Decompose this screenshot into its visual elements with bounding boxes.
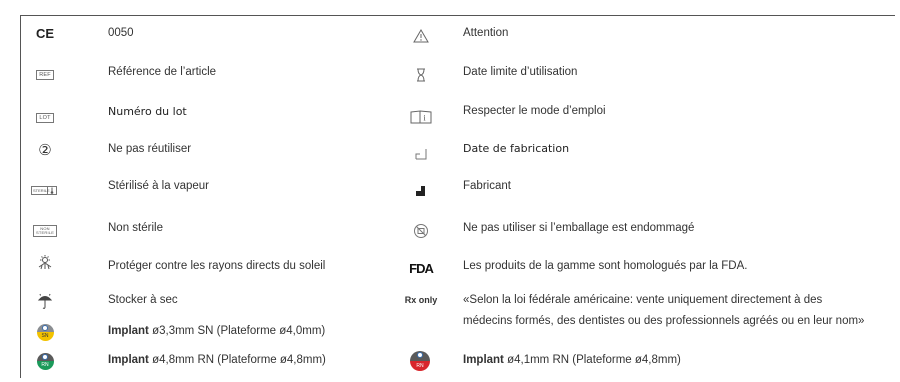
- factory-filled-icon: [406, 178, 436, 202]
- rx-text-line-2: médecins formés, des dentistes ou des pr…: [463, 315, 865, 327]
- expiry-label: Date limite d’utilisation: [463, 66, 578, 78]
- ref-icon: REF: [30, 63, 60, 87]
- ref-label: Référence de l’article: [108, 66, 217, 78]
- manufacturer-label: Fabricant: [463, 180, 511, 192]
- lot-label: Numéro du lot: [108, 105, 187, 118]
- rn-badge-red-icon: RN: [405, 349, 435, 373]
- fda-label: Les produits de la gamme sont homologués…: [463, 260, 748, 272]
- damaged-label: Ne pas utiliser si l’emballage est endom…: [463, 222, 695, 234]
- implant-rn-41-label: Implant ø4,1mm RN (Plateforme ø4,8mm): [463, 354, 681, 366]
- sn-badge-icon: SN: [30, 320, 60, 344]
- sun-protect-icon: [30, 251, 60, 275]
- non-sterile-icon: NON STERILE: [30, 219, 60, 243]
- rx-only-icon: Rx only: [404, 295, 438, 305]
- implant-sn-label: Implant ø3,3mm SN (Plateforme ø4,0mm): [108, 325, 326, 337]
- sterile-steam-icon: STERILE: [30, 179, 60, 203]
- ifu-label: Respecter le mode d’emploi: [463, 105, 606, 117]
- factory-outline-icon: [406, 141, 436, 165]
- implant-rn-48-label: Implant ø4,8mm RN (Plateforme ø4,8mm): [108, 354, 326, 366]
- svg-text:STERILE: STERILE: [33, 188, 50, 193]
- rn-badge-green-icon: RN: [30, 349, 60, 373]
- ce-mark-icon: CE: [35, 25, 55, 41]
- dry-label: Stocker à sec: [108, 294, 178, 306]
- do-not-reuse-icon: ②: [38, 142, 52, 159]
- no-reuse-label: Ne pas réutiliser: [108, 143, 192, 155]
- ce-number: 0050: [108, 27, 134, 39]
- damaged-package-icon: [406, 219, 436, 243]
- manufacture-date-label: Date de fabrication: [463, 142, 570, 155]
- warning-icon: [406, 24, 436, 48]
- umbrella-icon: [30, 289, 60, 313]
- lot-icon: LOT: [30, 106, 60, 130]
- non-sterile-label: Non stérile: [108, 222, 163, 234]
- sterile-label: Stérilisé à la vapeur: [108, 180, 209, 192]
- rx-text-line-1: «Selon la loi fédérale américaine: vente…: [463, 294, 823, 306]
- book-info-icon: i: [406, 105, 436, 129]
- hourglass-icon: [406, 63, 436, 87]
- fda-logo-icon: FDA: [409, 260, 434, 276]
- svg-text:i: i: [424, 114, 427, 123]
- attention-label: Attention: [463, 27, 509, 39]
- sun-label: Protéger contre les rayons directs du so…: [108, 260, 326, 272]
